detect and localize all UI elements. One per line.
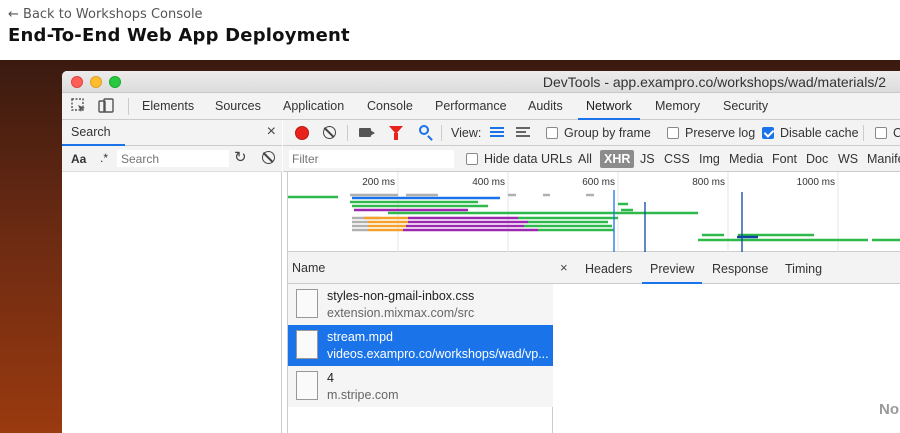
filter-type-css[interactable]: CSS bbox=[664, 146, 690, 172]
search-bar: Aa .* ↻ bbox=[62, 146, 282, 172]
filter-input[interactable] bbox=[289, 150, 454, 168]
request-domain: videos.exampro.co/workshops/wad/vp... bbox=[327, 347, 549, 361]
tab-console[interactable]: Console bbox=[359, 93, 421, 120]
tab-memory[interactable]: Memory bbox=[647, 93, 708, 120]
regex-toggle[interactable]: .* bbox=[100, 151, 108, 165]
group-by-frame-label: Group by frame bbox=[564, 126, 651, 140]
back-to-console-link[interactable]: ← Back to Workshops Console bbox=[8, 7, 203, 22]
filter-type-img[interactable]: Img bbox=[699, 146, 720, 172]
maximize-window-button[interactable] bbox=[109, 76, 121, 88]
overview-icon[interactable] bbox=[516, 127, 530, 139]
request-list: Name styles-non-gmail-inbox.css extensio… bbox=[287, 252, 554, 433]
filter-type-ws[interactable]: WS bbox=[838, 146, 858, 172]
filter-bar: Hide data URLs All XHR JS CSS Img Media … bbox=[283, 146, 900, 172]
minimize-window-button[interactable] bbox=[90, 76, 102, 88]
request-domain: extension.mixmax.com/src bbox=[327, 306, 475, 320]
file-icon bbox=[296, 289, 318, 318]
tick-label: 400 ms bbox=[472, 177, 505, 188]
page-header: ← Back to Workshops Console End-To-End W… bbox=[0, 0, 900, 60]
request-row[interactable]: 4 m.stripe.com bbox=[288, 366, 554, 407]
disable-cache-checkbox[interactable] bbox=[762, 127, 774, 139]
disable-cache-label: Disable cache bbox=[780, 126, 859, 140]
search-drawer: Search × Aa .* ↻ bbox=[62, 120, 282, 433]
filter-icon[interactable] bbox=[389, 126, 403, 140]
toolbar-separator bbox=[863, 125, 864, 141]
hide-data-urls-label: Hide data URLs bbox=[484, 152, 573, 166]
preserve-log-label: Preserve log bbox=[685, 126, 756, 140]
filter-type-media[interactable]: Media bbox=[729, 146, 763, 172]
tab-elements[interactable]: Elements bbox=[134, 93, 202, 120]
network-toolbar: View: Group by frame Preserve log Disabl… bbox=[283, 120, 900, 146]
preview-message: No bbox=[879, 401, 899, 418]
page-title: End-To-End Web App Deployment bbox=[8, 25, 350, 46]
hide-data-urls-checkbox[interactable] bbox=[466, 153, 478, 165]
toolbar-separator bbox=[347, 125, 348, 141]
request-name: 4 bbox=[327, 371, 334, 385]
tick-label: 600 ms bbox=[582, 177, 615, 188]
filter-type-font[interactable]: Font bbox=[772, 146, 797, 172]
tabbar-separator bbox=[128, 98, 129, 115]
record-button[interactable] bbox=[295, 126, 309, 140]
tick-label: 1000 ms bbox=[797, 177, 835, 188]
filter-type-doc[interactable]: Doc bbox=[806, 146, 828, 172]
tick-label: 200 ms bbox=[362, 177, 395, 188]
search-icon[interactable] bbox=[419, 125, 429, 135]
group-by-frame-checkbox[interactable] bbox=[546, 127, 558, 139]
tab-response[interactable]: Response bbox=[704, 252, 776, 284]
tab-preview[interactable]: Preview bbox=[642, 252, 703, 284]
match-case-toggle[interactable]: Aa bbox=[71, 152, 86, 166]
page: ← Back to Workshops Console End-To-End W… bbox=[0, 0, 900, 433]
inspect-element-icon[interactable] bbox=[71, 98, 87, 114]
name-column-label: Name bbox=[292, 261, 326, 275]
clear-search-icon[interactable] bbox=[262, 151, 275, 164]
tab-performance[interactable]: Performance bbox=[427, 93, 515, 120]
close-icon[interactable]: × bbox=[267, 124, 276, 140]
large-rows-icon[interactable] bbox=[490, 127, 504, 139]
offline-checkbox[interactable] bbox=[875, 127, 887, 139]
name-column-header[interactable]: Name bbox=[288, 252, 554, 284]
clear-log-icon[interactable] bbox=[323, 126, 336, 139]
tab-timing[interactable]: Timing bbox=[777, 252, 830, 284]
refresh-icon[interactable]: ↻ bbox=[234, 150, 247, 166]
detail-tabbar: × Headers Preview Response Timing bbox=[553, 252, 900, 284]
request-name: styles-non-gmail-inbox.css bbox=[327, 289, 475, 303]
request-domain: m.stripe.com bbox=[327, 388, 399, 402]
request-row[interactable]: styles-non-gmail-inbox.css extension.mix… bbox=[288, 284, 554, 325]
network-overview[interactable]: 200 ms 400 ms 600 ms 800 ms 1000 ms bbox=[287, 172, 900, 252]
filter-type-xhr[interactable]: XHR bbox=[600, 150, 635, 168]
search-drawer-header: Search × bbox=[62, 120, 282, 146]
tab-audits[interactable]: Audits bbox=[520, 93, 571, 120]
tab-headers[interactable]: Headers bbox=[577, 252, 640, 284]
close-icon[interactable]: × bbox=[560, 260, 568, 275]
capture-screenshots-icon[interactable] bbox=[359, 128, 375, 137]
filter-type-all[interactable]: All bbox=[578, 146, 592, 172]
search-input[interactable] bbox=[117, 150, 229, 167]
clipped-checkbox-label: C bbox=[893, 126, 900, 140]
file-icon bbox=[296, 330, 318, 359]
tab-network[interactable]: Network bbox=[578, 93, 640, 120]
request-row[interactable]: stream.mpd videos.exampro.co/workshops/w… bbox=[288, 325, 554, 366]
preserve-log-checkbox[interactable] bbox=[667, 127, 679, 139]
request-name: stream.mpd bbox=[327, 330, 393, 344]
request-detail-pane: × Headers Preview Response Timing No bbox=[553, 252, 900, 433]
file-icon bbox=[296, 371, 318, 400]
tab-search[interactable]: Search bbox=[62, 120, 125, 146]
filter-type-manifest[interactable]: Manife bbox=[867, 146, 900, 172]
window-titlebar: DevTools - app.exampro.co/workshops/wad/… bbox=[62, 71, 900, 93]
tab-sources[interactable]: Sources bbox=[207, 93, 269, 120]
window-title: DevTools - app.exampro.co/workshops/wad/… bbox=[542, 74, 886, 90]
tab-security[interactable]: Security bbox=[715, 93, 776, 120]
toolbar-separator bbox=[441, 125, 442, 141]
close-window-button[interactable] bbox=[71, 76, 83, 88]
filter-type-js[interactable]: JS bbox=[640, 146, 655, 172]
view-label: View: bbox=[451, 126, 482, 140]
tab-application[interactable]: Application bbox=[275, 93, 352, 120]
device-toolbar-icon[interactable] bbox=[98, 98, 114, 114]
devtools-window: DevTools - app.exampro.co/workshops/wad/… bbox=[62, 71, 900, 433]
devtools-tabbar: Elements Sources Application Console Per… bbox=[62, 93, 900, 120]
overview-graph: 200 ms 400 ms 600 ms 800 ms 1000 ms bbox=[288, 172, 900, 252]
tick-label: 800 ms bbox=[692, 177, 725, 188]
